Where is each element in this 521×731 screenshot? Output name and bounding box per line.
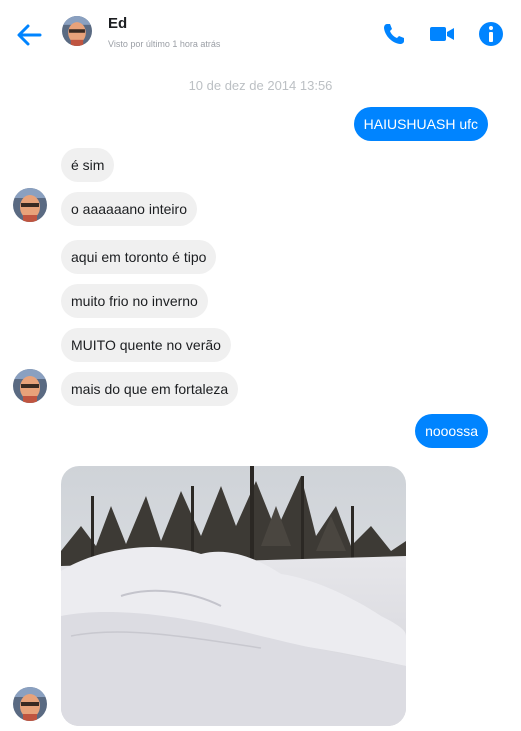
message-incoming[interactable]: mais do que em fortaleza bbox=[61, 372, 239, 406]
message-incoming[interactable]: muito frio no inverno bbox=[61, 284, 208, 318]
photo-message[interactable] bbox=[61, 466, 406, 726]
message-incoming[interactable]: o aaaaaano inteiro bbox=[61, 192, 197, 226]
message-incoming[interactable]: aqui em toronto é tipo bbox=[61, 240, 217, 274]
last-seen-status: Visto por último 1 hora atrás bbox=[108, 39, 221, 49]
message-incoming[interactable]: MUITO quente no verão bbox=[61, 328, 231, 362]
message-incoming[interactable]: é sim bbox=[61, 148, 115, 182]
conversation-timestamp: 10 de dez de 2014 13:56 bbox=[188, 78, 333, 93]
contact-avatar-small[interactable] bbox=[13, 369, 47, 403]
phone-icon[interactable] bbox=[380, 20, 408, 48]
info-icon[interactable] bbox=[477, 20, 505, 48]
contact-avatar-small[interactable] bbox=[13, 188, 47, 222]
message-outgoing[interactable]: HAIUSHUASH ufc bbox=[353, 107, 488, 141]
message-outgoing[interactable]: nooossa bbox=[415, 414, 488, 448]
back-arrow-icon[interactable] bbox=[14, 20, 44, 50]
contact-avatar[interactable] bbox=[62, 16, 92, 46]
contact-avatar-small[interactable] bbox=[13, 687, 47, 721]
contact-name[interactable]: Ed bbox=[108, 15, 127, 32]
video-camera-icon[interactable] bbox=[428, 20, 456, 48]
chat-header: Ed Visto por último 1 hora atrás bbox=[0, 0, 521, 64]
